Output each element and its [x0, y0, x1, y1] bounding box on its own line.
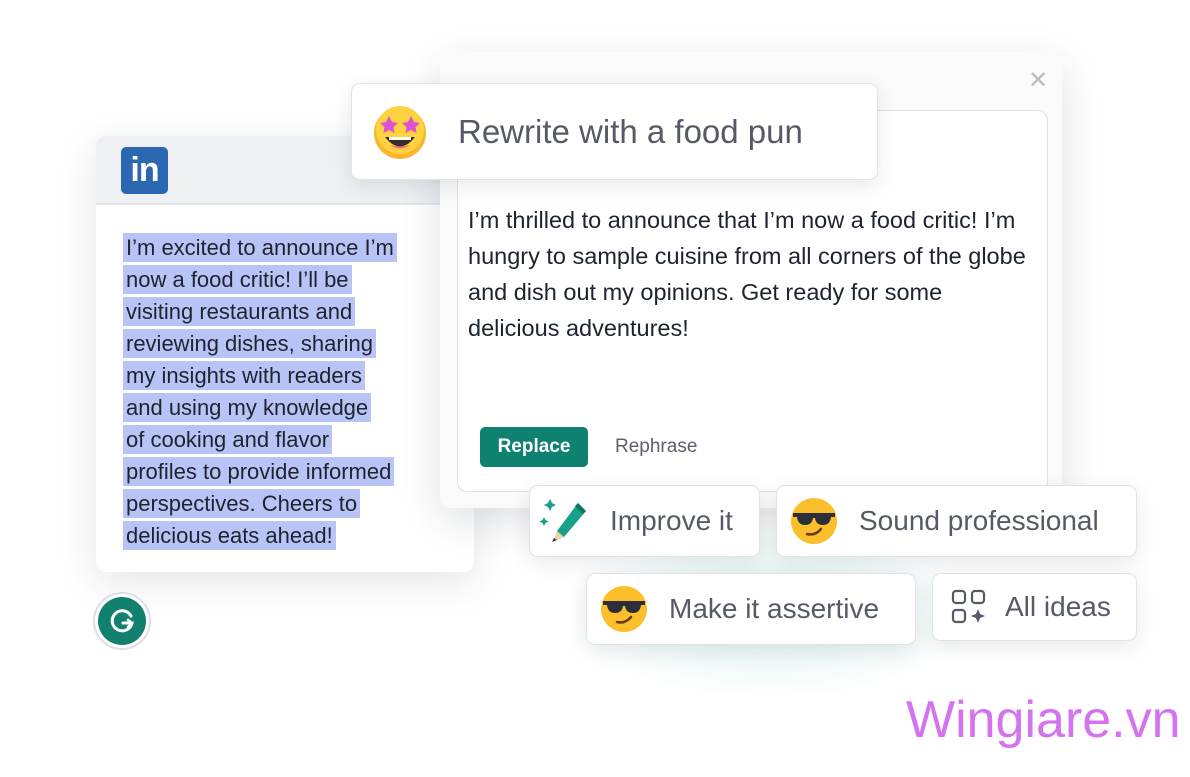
post-line: perspectives. Cheers to [123, 489, 361, 518]
post-line: profiles to provide informed [123, 457, 395, 486]
linkedin-logo-icon: in [121, 147, 168, 194]
suggestion-label: Make it assertive [669, 593, 880, 624]
post-line: my insights with readers [123, 361, 365, 390]
sunglasses-emoji-icon [791, 498, 837, 544]
close-icon[interactable]: ✕ [1027, 69, 1049, 93]
suggestion-sound-professional[interactable]: Sound professional [776, 485, 1137, 557]
linkedin-post-text[interactable]: I’m excited to announce I’m now a food c… [123, 232, 443, 552]
grammarly-logo-icon [98, 597, 146, 645]
linkedin-post-card: in I’m excited to announce I’m now a foo… [96, 136, 474, 572]
suggestion-label: Improve it [610, 505, 733, 536]
rephrase-button[interactable]: Rephrase [615, 427, 697, 467]
prompt-food-pun[interactable]: Rewrite with a food pun [351, 83, 878, 180]
suggestion-label: Sound professional [859, 505, 1099, 536]
prompt-label: Rewrite with a food pun [458, 112, 803, 150]
pencil-sparkle-icon [539, 499, 586, 542]
rewrite-output-text: I’m thrilled to announce that I’m now a … [468, 207, 1026, 341]
post-line: delicious eats ahead! [123, 521, 336, 550]
replace-button[interactable]: Replace [480, 427, 588, 467]
grammarly-button[interactable] [93, 592, 151, 650]
suggestion-make-it-assertive[interactable]: Make it assertive [586, 573, 916, 645]
sunglasses-emoji-icon [601, 586, 647, 632]
post-line: and using my knowledge [123, 393, 372, 422]
suggestion-improve-it[interactable]: Improve it [529, 485, 760, 557]
suggestion-all-ideas[interactable]: All ideas [932, 573, 1137, 641]
post-line: of cooking and flavor [123, 425, 333, 454]
post-line: I’m excited to announce I’m [123, 233, 397, 262]
post-line: reviewing dishes, sharing [123, 329, 377, 358]
post-line: visiting restaurants and [123, 297, 356, 326]
watermark: Wingiare.vn [906, 691, 1181, 749]
suggestion-label: All ideas [1005, 591, 1111, 622]
grid-sparkle-icon [951, 589, 986, 624]
star-struck-emoji-icon [374, 105, 426, 159]
post-line: now a food critic! I’ll be [123, 265, 352, 294]
